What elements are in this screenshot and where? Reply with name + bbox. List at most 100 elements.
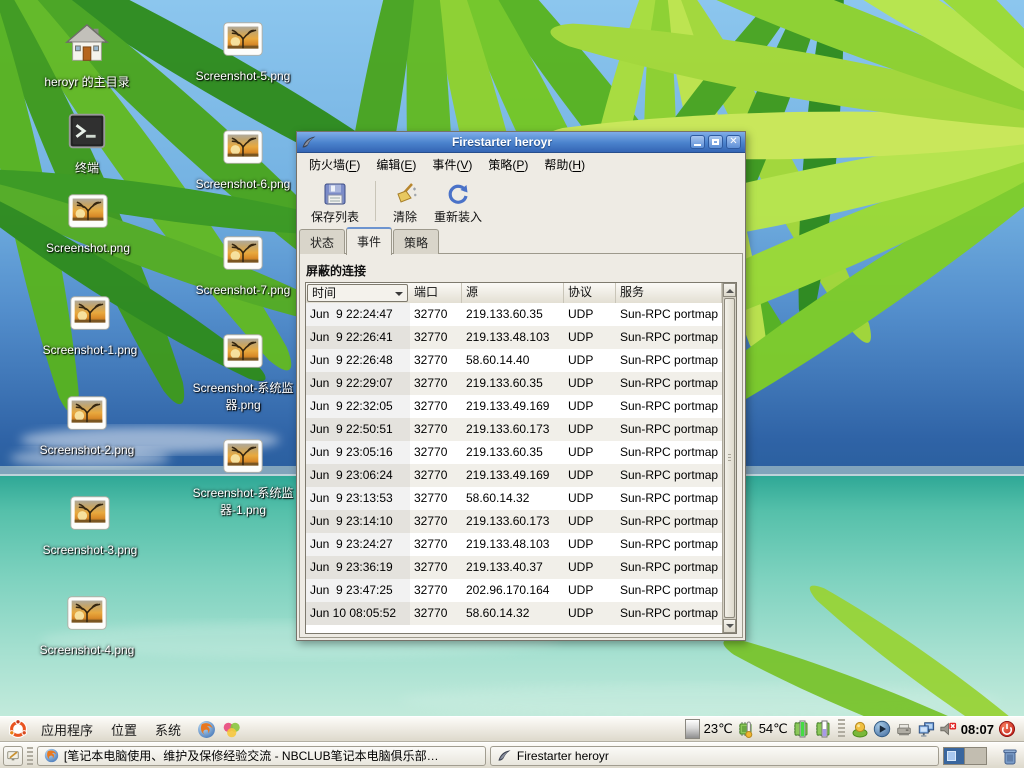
cell-port: 32770 [410,579,462,602]
clock[interactable]: 08:07 [961,722,994,737]
cell-port: 32770 [410,464,462,487]
workspace-2[interactable] [964,748,986,764]
workspace-switcher[interactable] [943,747,987,765]
cell-protocol: UDP [564,395,616,418]
menubar-item[interactable]: 防火墙(F) [301,153,368,176]
cell-service: Sun-RPC portmap [616,418,722,441]
scroll-down-button[interactable] [723,619,736,633]
table-row[interactable]: Jun 9 22:29:0732770219.133.60.35UDPSun-R… [306,372,722,395]
panel-menu-位置[interactable]: 位置 [102,716,146,743]
panel-menu-系统[interactable]: 系统 [146,716,190,743]
app-suite-launcher[interactable] [219,718,244,741]
cell-protocol: UDP [564,326,616,349]
panel-menu-应用程序[interactable]: 应用程序 [32,716,102,743]
memory-chip-icon[interactable] [814,720,832,738]
menubar-item[interactable]: 编辑(E) [368,153,424,176]
toolbar-button-clear[interactable]: 清除 [384,179,426,227]
cell-service: Sun-RPC portmap [616,395,722,418]
maximize-icon [712,139,719,145]
desktop-icon[interactable]: heroyr 的主目录 [32,22,142,91]
tasklist-drag-handle[interactable] [27,747,33,765]
network-monitor-icon[interactable] [917,720,935,738]
ambient-temperature[interactable]: 23℃ [704,721,733,737]
desktop-icon[interactable]: Screenshot-4.png [32,590,142,659]
maximize-button[interactable] [708,135,723,149]
reload-icon [445,181,471,207]
taskbar-button[interactable]: [笔记本电脑使用、维护及保修经验交流 - NBCLUB笔记本电脑俱乐部… [37,746,486,766]
workspace-1[interactable] [944,748,965,764]
taskbar-button[interactable]: Firestarter heroyr [490,746,939,766]
column-header-label: 端口 [414,285,438,299]
column-header-0[interactable]: 时间 [307,284,408,302]
table-row[interactable]: Jun 9 22:26:4132770219.133.48.103UDPSun-… [306,326,722,349]
table-row[interactable]: Jun 10 08:05:523277058.60.14.32UDPSun-RP… [306,602,722,625]
show-desktop-icon [6,749,20,763]
scrollbar-thumb[interactable] [724,298,735,618]
desktop-icon[interactable]: Screenshot-系统监 器.png [188,328,298,415]
table-row[interactable]: Jun 9 23:24:2732770219.133.48.103UDPSun-… [306,533,722,556]
column-header-1[interactable]: 端口 [410,283,462,303]
table-row[interactable]: Jun 9 23:47:2532770202.96.170.164UDPSun-… [306,579,722,602]
tab-事件[interactable]: 事件 [346,227,392,255]
media-play-icon[interactable] [873,720,891,738]
column-header-4[interactable]: 服务 [616,283,722,303]
cell-source: 219.133.60.35 [462,372,564,395]
column-header-2[interactable]: 源 [462,283,564,303]
tab-策略[interactable]: 策略 [393,229,439,254]
table-row[interactable]: Jun 9 23:05:1632770219.133.60.35UDPSun-R… [306,441,722,464]
desktop-icon[interactable]: Screenshot-系统监 器-1.png [188,433,298,520]
desktop-icon[interactable]: Screenshot-3.png [35,490,145,559]
taskbar-button-title: [笔记本电脑使用、维护及保修经验交流 - NBCLUB笔记本电脑俱乐部… [64,747,439,764]
menubar-item[interactable]: 事件(V) [424,153,480,176]
table-row[interactable]: Jun 9 22:32:0532770219.133.49.169UDPSun-… [306,395,722,418]
desktop-icon[interactable]: Screenshot-7.png [188,230,298,299]
cell-time: Jun 9 23:06:24 [306,464,410,487]
table-row[interactable]: Jun 9 23:06:2432770219.133.49.169UDPSun-… [306,464,722,487]
volume-muted-icon[interactable] [939,720,957,738]
image-icon [65,188,111,234]
cpu-load-chip-icon[interactable] [792,720,810,738]
table-row[interactable]: Jun 9 23:13:533277058.60.14.32UDPSun-RPC… [306,487,722,510]
minimize-button[interactable] [690,135,705,149]
printer-queue-icon[interactable] [895,720,913,738]
cell-time: Jun 9 22:32:05 [306,395,410,418]
table-row[interactable]: Jun 9 22:26:483277058.60.14.40UDPSun-RPC… [306,349,722,372]
cpu-temperature[interactable]: 54℃ [759,721,788,737]
toolbar-button-save[interactable]: 保存列表 [303,179,367,227]
ubuntu-menu-icon[interactable] [8,719,28,739]
desktop-icon[interactable]: Screenshot-1.png [35,290,145,359]
desktop-icon[interactable]: 终端 [32,108,142,177]
menubar-item[interactable]: 帮助(H) [536,153,593,176]
power-button-icon[interactable] [998,720,1016,738]
chip-thermometer-icon[interactable] [737,720,755,738]
tab-状态[interactable]: 状态 [299,229,345,254]
menubar-item[interactable]: 策略(P) [480,153,536,176]
desktop-icon[interactable]: Screenshot-2.png [32,390,142,459]
titlebar[interactable]: Firestarter heroyr ✕ [297,132,745,153]
tray-drag-handle[interactable] [838,719,845,739]
table-row[interactable]: Jun 9 22:50:5132770219.133.60.173UDPSun-… [306,418,722,441]
scroll-up-button[interactable] [723,283,736,297]
table-row[interactable]: Jun 9 22:24:4732770219.133.60.35UDPSun-R… [306,303,722,326]
close-button[interactable]: ✕ [726,135,741,149]
cell-port: 32770 [410,372,462,395]
cell-protocol: UDP [564,579,616,602]
toolbar-button-reload[interactable]: 重新装入 [426,179,490,227]
desktop-icon[interactable]: Screenshot.png [33,188,143,257]
show-desktop-button[interactable] [3,746,23,766]
user-applet-icon[interactable] [851,720,869,738]
desktop-icon-label: 终端 [32,160,142,177]
column-header-3[interactable]: 协议 [564,283,616,303]
table-row[interactable]: Jun 9 23:36:1932770219.133.40.37UDPSun-R… [306,556,722,579]
desktop: heroyr 的主目录 Screenshot-5.png 终端 Screenshot-… [0,0,1024,768]
desktop-icon[interactable]: Screenshot-5.png [188,16,298,85]
table-row[interactable]: Jun 9 23:14:1032770219.133.60.173UDPSun-… [306,510,722,533]
vertical-scrollbar[interactable] [722,283,736,633]
desktop-icon[interactable]: Screenshot-6.png [188,124,298,193]
firefox-launcher[interactable] [194,718,219,741]
trash-button[interactable] [999,746,1021,766]
cell-source: 219.133.49.169 [462,464,564,487]
cell-time: Jun 9 23:47:25 [306,579,410,602]
cell-source: 58.60.14.40 [462,349,564,372]
cpu-frequency-meter[interactable] [685,719,700,739]
